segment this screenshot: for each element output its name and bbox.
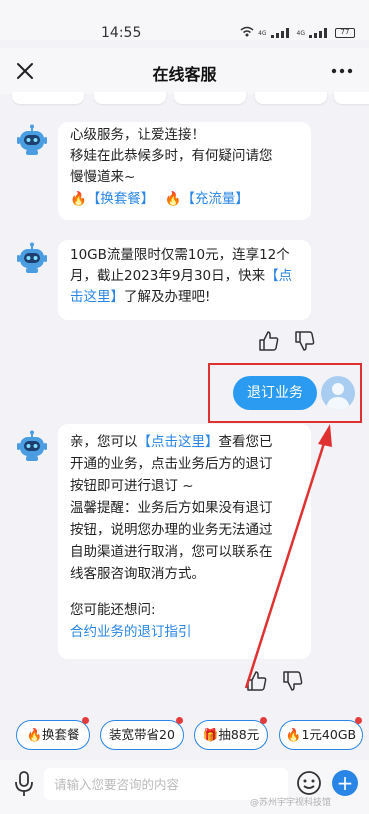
red-dot-badge xyxy=(82,717,89,724)
page-title: 在线客服 xyxy=(152,65,217,84)
quick-chip-broadband[interactable]: 装宽带省20 xyxy=(100,717,184,750)
fire-icon: 🔥 xyxy=(285,727,302,742)
message-text: 亲，您可以 xyxy=(70,434,138,450)
annotation-highlight-box xyxy=(208,363,362,423)
fire-icon: 🔥 xyxy=(26,727,43,742)
message-text: 了解及办理吧! xyxy=(124,289,211,305)
status-bar: 14:55 4G 4G 77 xyxy=(0,0,369,41)
quick-chip-data-deal[interactable]: 🔥1元40GB xyxy=(279,717,363,750)
emoji-icon[interactable] xyxy=(296,770,322,796)
status-icons: 4G 4G 77 xyxy=(240,26,355,40)
fire-icon: 🔥 xyxy=(70,191,87,207)
chip-label: 抽88元 xyxy=(218,727,260,742)
battery-icon: 77 xyxy=(335,28,355,38)
message-text: 开通的业务，点击业务后方的退订 xyxy=(70,456,273,472)
link-recharge-data[interactable]: 【充流量】 xyxy=(181,191,249,207)
bot-avatar-icon xyxy=(16,124,48,156)
top-chip[interactable] xyxy=(334,92,369,104)
signal-label-1: 4G xyxy=(258,29,267,37)
microphone-icon[interactable] xyxy=(14,770,34,798)
message-text: 线客服咨询取消方式。 xyxy=(70,566,205,582)
top-chip[interactable] xyxy=(12,92,84,104)
bot-message-3: 亲，您可以【点击这里】查看您已 开通的业务，点击业务后方的退订 按钮即可进行退订… xyxy=(58,424,311,659)
message-text: 按钮即可进行退订 ~ xyxy=(70,478,194,494)
message-text: 心级服务，让爱连接！ xyxy=(70,127,205,143)
top-chip[interactable] xyxy=(255,92,327,104)
chip-label: 换套餐 xyxy=(42,727,80,742)
bot-avatar-icon xyxy=(16,430,48,462)
suggested-question-link[interactable]: 合约业务的退订指引 xyxy=(70,621,299,643)
message-text: 温馨提醒：业务后方如果没有退订 xyxy=(70,500,273,516)
message-text: 移娃在此恭候多时，有何疑问请您 xyxy=(70,148,273,164)
nav-bar: 在线客服 xyxy=(0,48,369,94)
bot-message-2: 10GB流量限时仅需10元，连享12个 月，截止2023年9月30日，快来【点 … xyxy=(58,240,311,320)
message-text: 您可能还想问: xyxy=(70,602,156,618)
chip-label: 1元40GB xyxy=(301,727,357,742)
link-change-plan[interactable]: 【换套餐】 xyxy=(87,191,155,207)
gift-icon: 🎁 xyxy=(202,727,219,742)
red-dot-badge xyxy=(176,717,183,724)
thumbs-up-icon[interactable] xyxy=(258,330,280,352)
red-dot-badge xyxy=(260,717,267,724)
top-chip-row xyxy=(0,92,369,106)
link-click-here[interactable]: 【点 xyxy=(265,268,292,284)
message-text: 按钮，说明您办理的业务无法通过 xyxy=(70,522,273,538)
message-text: 10GB流量限时仅需10元，连享12个 xyxy=(70,247,290,263)
link-click-here-cont[interactable]: 击这里】 xyxy=(70,289,124,305)
status-time: 14:55 xyxy=(101,25,142,41)
top-chip[interactable] xyxy=(174,92,246,104)
message-text: 月，截止2023年9月30日，快来 xyxy=(70,268,266,284)
red-dot-badge xyxy=(355,717,362,724)
quick-chips-bar: 🔥换套餐 装宽带省20 🎁抽88元 🔥1元40GB xyxy=(0,717,369,754)
signal-label-2: 4G xyxy=(296,29,305,37)
link-click-here[interactable]: 【点击这里】 xyxy=(138,434,219,450)
bot-avatar-icon xyxy=(16,242,48,274)
thumbs-down-icon[interactable] xyxy=(294,330,316,352)
message-text: 自助渠道进行取消，您可以联系在 xyxy=(70,544,273,560)
more-icon[interactable] xyxy=(329,60,355,82)
chip-label: 装宽带省20 xyxy=(109,727,175,742)
quick-chip-change-plan[interactable]: 🔥换套餐 xyxy=(16,717,90,750)
bot-message-1: 心级服务，让爱连接！ 移娃在此恭候多时，有何疑问请您 慢慢道来~ 🔥【换套餐】 … xyxy=(58,122,311,220)
message-text: 查看您已 xyxy=(218,434,273,450)
thumbs-up-icon[interactable] xyxy=(246,670,268,692)
fire-icon: 🔥 xyxy=(164,191,182,207)
signal-icon xyxy=(270,28,293,38)
message-text: 慢慢道来~ xyxy=(70,169,136,185)
quick-chip-lottery[interactable]: 🎁抽88元 xyxy=(194,717,268,750)
watermark: @苏州宇宇视科技馆 xyxy=(250,798,332,808)
signal-icon-2 xyxy=(309,28,331,38)
wifi-icon xyxy=(240,26,254,40)
plus-button[interactable]: + xyxy=(332,770,358,796)
top-chip[interactable] xyxy=(94,92,166,104)
thumbs-down-icon[interactable] xyxy=(282,670,304,692)
